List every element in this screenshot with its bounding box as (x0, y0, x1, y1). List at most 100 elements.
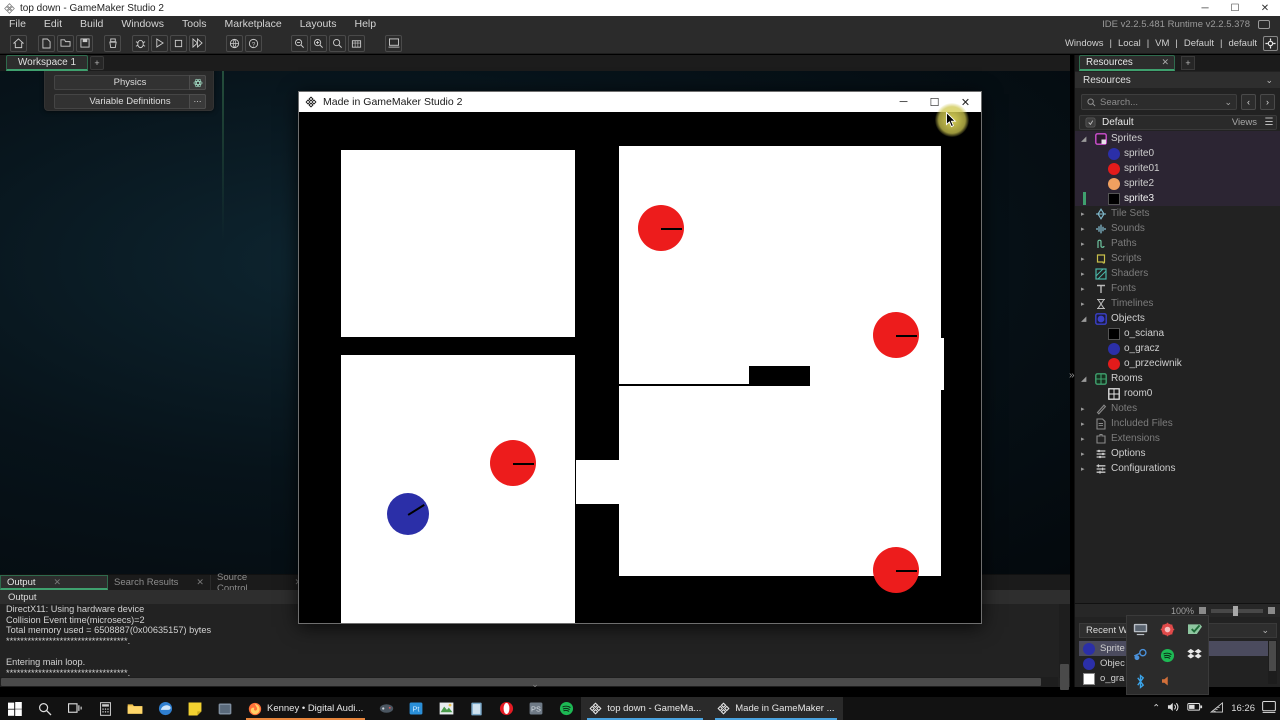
target-runtime[interactable]: VM (1152, 38, 1172, 49)
menu-file[interactable]: File (0, 16, 35, 33)
tree-item-timelines[interactable]: ▸ Timelines (1075, 296, 1280, 311)
resource-view-default[interactable]: Default Views ☰ (1079, 115, 1277, 130)
chevron-right-icon[interactable]: ▸ (1081, 240, 1090, 248)
menu-build[interactable]: Build (71, 16, 112, 33)
bluetooth-icon[interactable] (1132, 673, 1149, 690)
tree-item-sprite01[interactable]: sprite01 (1075, 161, 1280, 176)
ide-close-button[interactable]: ✕ (1250, 0, 1280, 16)
tree-item-sprite2[interactable]: sprite2 (1075, 176, 1280, 191)
open-project-icon[interactable] (57, 34, 74, 52)
edge-icon[interactable] (150, 697, 180, 720)
steam-icon[interactable] (1132, 647, 1149, 664)
chevron-right-icon[interactable]: ▸ (1081, 225, 1090, 233)
physics-icon[interactable] (189, 75, 206, 90)
layout-icon[interactable] (385, 34, 402, 52)
taskbar-clock[interactable]: 16:26 (1231, 703, 1255, 714)
zoom-slider[interactable] (1211, 605, 1263, 616)
stop-icon[interactable] (170, 34, 187, 52)
menu-edit[interactable]: Edit (35, 16, 71, 33)
chevron-down-icon[interactable]: ◢ (1081, 135, 1090, 143)
menu-windows[interactable]: Windows (112, 16, 173, 33)
taskbar-app-top-down[interactable]: top down - GameMa... (581, 697, 710, 720)
physics-button[interactable]: Physics (54, 75, 206, 90)
tab-search-results[interactable]: Search Results ✕ (108, 575, 211, 590)
help-icon[interactable]: ? (245, 34, 262, 52)
add-workspace-button[interactable]: + (90, 56, 104, 70)
views-label[interactable]: Views (1232, 117, 1257, 128)
zoom-reset-icon[interactable] (329, 34, 346, 52)
recent-windows-chevron-down-icon[interactable]: ⌄ (1261, 625, 1269, 636)
chevron-down-icon[interactable]: ⌄ (1265, 75, 1273, 86)
search-input[interactable]: Search... ⌄ (1081, 94, 1237, 110)
variable-definitions-more-button[interactable]: ⋯ (189, 94, 206, 109)
output-horizontal-scroll-thumb[interactable] (1, 678, 1041, 686)
opera-icon[interactable] (491, 697, 521, 720)
home-icon[interactable] (10, 34, 27, 52)
system-tray-overflow-popup[interactable] (1126, 615, 1209, 695)
tree-item-options[interactable]: ▸ Options (1075, 446, 1280, 461)
resource-tree[interactable]: ◢ Sprites sprite0 sprite01 sprite2 sprite3 ▸ Ti… (1075, 131, 1280, 601)
shield-green-icon[interactable] (1186, 621, 1203, 638)
tree-item-sprite0[interactable]: sprite0 (1075, 146, 1280, 161)
sticky-notes-icon[interactable] (180, 697, 210, 720)
dock-resize-grip[interactable]: ⌄ (524, 679, 546, 689)
chevron-down-icon[interactable]: ◢ (1081, 375, 1090, 383)
tray-expand-chevron-icon[interactable]: ⌃ (1152, 703, 1160, 714)
debug-icon[interactable] (132, 34, 149, 52)
add-resources-tab-button[interactable]: + (1181, 56, 1195, 70)
taskbar-app-kenney[interactable]: Kenney • Digital Audi... (240, 697, 371, 720)
chevron-down-icon[interactable]: ◢ (1081, 315, 1090, 323)
tree-item-extensions[interactable]: ▸ Extensions (1075, 431, 1280, 446)
volume-orange-icon[interactable] (1159, 673, 1176, 690)
file-explorer-icon[interactable] (120, 697, 150, 720)
tree-item-paths[interactable]: ▸ Paths (1075, 236, 1280, 251)
clean-icon[interactable] (104, 34, 121, 52)
game-viewport[interactable] (299, 112, 981, 623)
tab-search-results-close[interactable]: ✕ (196, 577, 204, 588)
zoom-in-icon[interactable] (310, 34, 327, 52)
spotify-icon[interactable] (551, 697, 581, 720)
menu-help[interactable]: Help (345, 16, 385, 33)
chevron-right-icon[interactable]: ▸ (1081, 450, 1090, 458)
tree-item-o-przeciwnik[interactable]: o_przeciwnik (1075, 356, 1280, 371)
target-device[interactable]: default (1225, 38, 1260, 49)
notification-icon[interactable] (1262, 701, 1276, 716)
tree-item-objects[interactable]: ◢ Objects (1075, 311, 1280, 326)
tree-item-rooms[interactable]: ◢ Rooms (1075, 371, 1280, 386)
chevron-right-icon[interactable]: ▸ (1081, 435, 1090, 443)
chevron-right-icon[interactable]: ▸ (1081, 465, 1090, 473)
photoshop-small-icon[interactable] (210, 697, 240, 720)
nav-next-button[interactable]: › (1260, 94, 1275, 110)
game-minimize-button[interactable]: ─ (888, 92, 919, 112)
tree-item-scripts[interactable]: ▸ Scripts (1075, 251, 1280, 266)
menu-tools[interactable]: Tools (173, 16, 216, 33)
chevron-right-icon[interactable]: ▸ (1081, 255, 1090, 263)
zoom-out-icon[interactable] (291, 34, 308, 52)
tree-item-shaders[interactable]: ▸ Shaders (1075, 266, 1280, 281)
nav-prev-button[interactable]: ‹ (1241, 94, 1256, 110)
fast-run-icon[interactable] (189, 34, 206, 52)
target-crosshair-icon[interactable] (1263, 36, 1278, 51)
chevron-right-icon[interactable]: ▸ (1081, 300, 1090, 308)
tab-source-control[interactable]: Source Control ✕ (211, 572, 309, 594)
tab-output-close[interactable]: ✕ (54, 577, 62, 588)
globe-icon[interactable] (226, 34, 243, 52)
object-editor-panel[interactable]: Physics Variable Definitions ⋯ (44, 71, 214, 111)
tree-item-fonts[interactable]: ▸ Fonts (1075, 281, 1280, 296)
display-icon[interactable] (1132, 621, 1149, 638)
windows-start-icon[interactable] (0, 697, 30, 720)
chevron-right-icon[interactable]: ▸ (1081, 270, 1090, 278)
variable-definitions-button[interactable]: Variable Definitions ⋯ (54, 94, 206, 109)
tree-item-room0[interactable]: room0 (1075, 386, 1280, 401)
target-platform[interactable]: Windows (1062, 38, 1107, 49)
folder-blue-icon[interactable] (461, 697, 491, 720)
premiere-icon[interactable]: Pt (401, 697, 431, 720)
tab-output[interactable]: Output ✕ (0, 575, 108, 590)
taskbar-app-made-in-gamemaker[interactable]: Made in GameMaker ... (709, 697, 843, 720)
tree-item-sounds[interactable]: ▸ Sounds (1075, 221, 1280, 236)
tab-resources-close[interactable]: ✕ (1161, 57, 1169, 68)
search-chevron-down-icon[interactable]: ⌄ (1224, 97, 1232, 108)
tree-item-included-files[interactable]: ▸ Included Files (1075, 416, 1280, 431)
search-icon[interactable] (30, 697, 60, 720)
spotify-icon[interactable] (1159, 647, 1176, 664)
